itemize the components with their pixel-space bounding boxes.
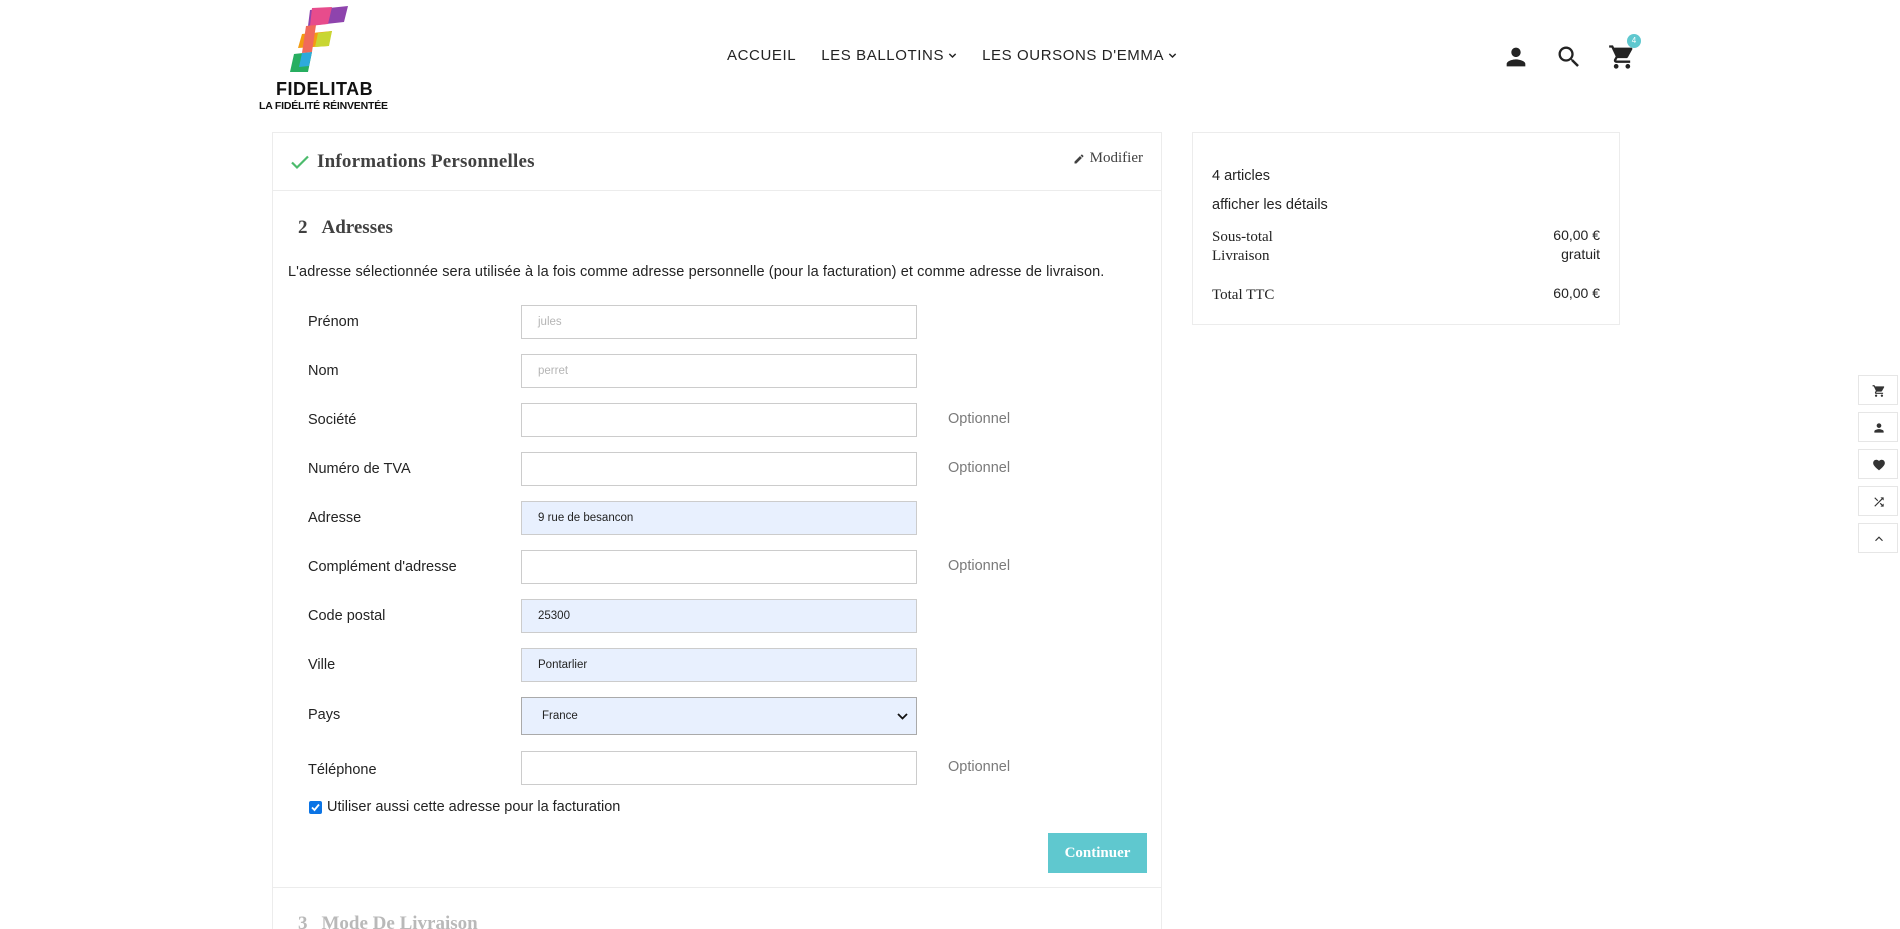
nav-label: LES OURSONS D'EMMA: [982, 47, 1165, 64]
summary-item-count: 4 articles: [1212, 168, 1271, 184]
field-row-company: Société Optionnel: [308, 403, 1128, 437]
billing-same-address: Utiliser aussi cette adresse pour la fac…: [309, 799, 620, 815]
field-label: Numéro de TVA: [308, 461, 411, 477]
field-label: Téléphone: [308, 762, 377, 778]
nav-item-ballotins[interactable]: LES BALLOTINS: [821, 47, 957, 64]
subtotal-label: Sous-total: [1212, 229, 1273, 245]
heart-icon: [1873, 459, 1885, 471]
checkout-panel: Informations Personnelles Modifier 2 Adr…: [272, 132, 1162, 929]
field-row-city: Ville Pontarlier: [308, 648, 1128, 682]
show-details-link[interactable]: afficher les détails: [1212, 197, 1328, 213]
shipping-value: gratuit: [1561, 246, 1600, 262]
optional-hint: Optionnel: [948, 558, 1011, 574]
optional-hint: Optionnel: [948, 460, 1011, 476]
field-row-phone: Téléphone Optionnel: [308, 751, 1128, 785]
person-icon: [1874, 423, 1884, 433]
address-intro-text: L'adresse sélectionnée sera utilisée à l…: [288, 264, 1105, 280]
field-row-vat: Numéro de TVA Optionnel: [308, 452, 1128, 486]
field-label: Complément d'adresse: [308, 559, 457, 575]
field-row-lastname: Nom perret: [308, 354, 1128, 388]
main-nav: ACCUEIL LES BALLOTINS LES OURSONS D'EMMA: [727, 47, 1177, 64]
nav-item-accueil[interactable]: ACCUEIL: [727, 47, 796, 64]
cart-icon: [1872, 385, 1885, 397]
postcode-input[interactable]: 25300: [521, 599, 917, 633]
total-label: Total TTC: [1212, 287, 1275, 303]
city-input[interactable]: Pontarlier: [521, 648, 917, 682]
logo-wordmark: FIDELITAB: [276, 79, 374, 99]
side-cart-button[interactable]: [1858, 375, 1898, 405]
nav-label: LES BALLOTINS: [821, 47, 945, 64]
company-input[interactable]: [521, 403, 917, 437]
chevron-down-icon: [948, 53, 957, 59]
field-label: Prénom: [308, 314, 359, 330]
field-row-postcode: Code postal 25300: [308, 599, 1128, 633]
field-label: Société: [308, 412, 357, 428]
phone-input[interactable]: [521, 751, 917, 785]
logo-f-mark-icon: [290, 6, 348, 72]
step-delivery-heading[interactable]: 3 Mode De Livraison: [298, 913, 478, 929]
step-addresses-heading: 2 Adresses: [298, 217, 393, 239]
search-icon[interactable]: [1555, 43, 1583, 71]
shuffle-icon: [1874, 497, 1884, 507]
field-row-address2: Complément d'adresse Optionnel: [308, 550, 1128, 584]
billing-checkbox[interactable]: [309, 800, 322, 814]
step-personal-info: Informations Personnelles Modifier: [273, 133, 1161, 191]
check-icon: [291, 155, 309, 170]
field-label: Ville: [308, 657, 336, 673]
side-account-button[interactable]: [1858, 412, 1898, 442]
subtotal-value: 60,00 €: [1553, 227, 1600, 243]
step-number: 3: [298, 913, 308, 929]
address-complement-input[interactable]: [521, 550, 917, 584]
step-title: Informations Personnelles: [317, 151, 535, 172]
modify-label: Modifier: [1089, 150, 1143, 166]
chevron-up-icon: [1875, 536, 1883, 542]
vat-number-input[interactable]: [521, 452, 917, 486]
optional-hint: Optionnel: [948, 411, 1011, 427]
nav-label: ACCUEIL: [727, 47, 797, 64]
logo-tagline: LA FIDÉLITÉ RÉINVENTÉE: [259, 100, 388, 112]
field-label: Code postal: [308, 608, 386, 624]
billing-checkbox-label[interactable]: Utiliser aussi cette adresse pour la fac…: [327, 799, 620, 815]
chevron-down-icon: [1168, 53, 1177, 59]
chevron-down-icon: [897, 713, 908, 720]
person-icon[interactable]: [1502, 43, 1530, 71]
shipping-label: Livraison: [1212, 248, 1270, 264]
field-row-country: Pays France: [308, 697, 1128, 735]
total-value: 60,00 €: [1553, 285, 1600, 301]
field-label: Pays: [308, 707, 341, 723]
total-row: Total TTC 60,00 €: [1212, 285, 1600, 304]
checkmark-icon: [311, 803, 320, 811]
side-scroll-top-button[interactable]: [1858, 523, 1898, 553]
firstname-input[interactable]: jules: [521, 305, 917, 339]
step-title: Adresses: [321, 217, 393, 238]
lastname-input[interactable]: perret: [521, 354, 917, 388]
country-select[interactable]: France: [521, 697, 917, 735]
step-title: Mode De Livraison: [321, 913, 478, 929]
field-label: Adresse: [308, 510, 362, 526]
site-logo[interactable]: FIDELITAB LA FIDÉLITÉ RÉINVENTÉE: [258, 6, 388, 112]
side-compare-button[interactable]: [1858, 486, 1898, 516]
optional-hint: Optionnel: [948, 759, 1011, 775]
side-wishlist-button[interactable]: [1858, 449, 1898, 479]
field-label: Nom: [308, 363, 339, 379]
country-selected-value: France: [542, 710, 578, 722]
field-row-address: Adresse 9 rue de besancon: [308, 501, 1128, 535]
shipping-row: Livraison gratuit: [1212, 246, 1600, 265]
continue-button[interactable]: Continuer: [1048, 833, 1147, 873]
step-number: 2: [298, 217, 308, 238]
cart-count-badge: 4: [1627, 34, 1641, 48]
modify-button[interactable]: Modifier: [1073, 150, 1143, 167]
pencil-icon: [1074, 154, 1084, 163]
field-row-firstname: Prénom jules: [308, 305, 1128, 339]
divider: [273, 887, 1161, 888]
address-input[interactable]: 9 rue de besancon: [521, 501, 917, 535]
subtotal-row: Sous-total 60,00 €: [1212, 227, 1600, 246]
order-summary: 4 articles afficher les détails Sous-tot…: [1192, 132, 1620, 325]
nav-item-oursons[interactable]: LES OURSONS D'EMMA: [982, 47, 1177, 64]
